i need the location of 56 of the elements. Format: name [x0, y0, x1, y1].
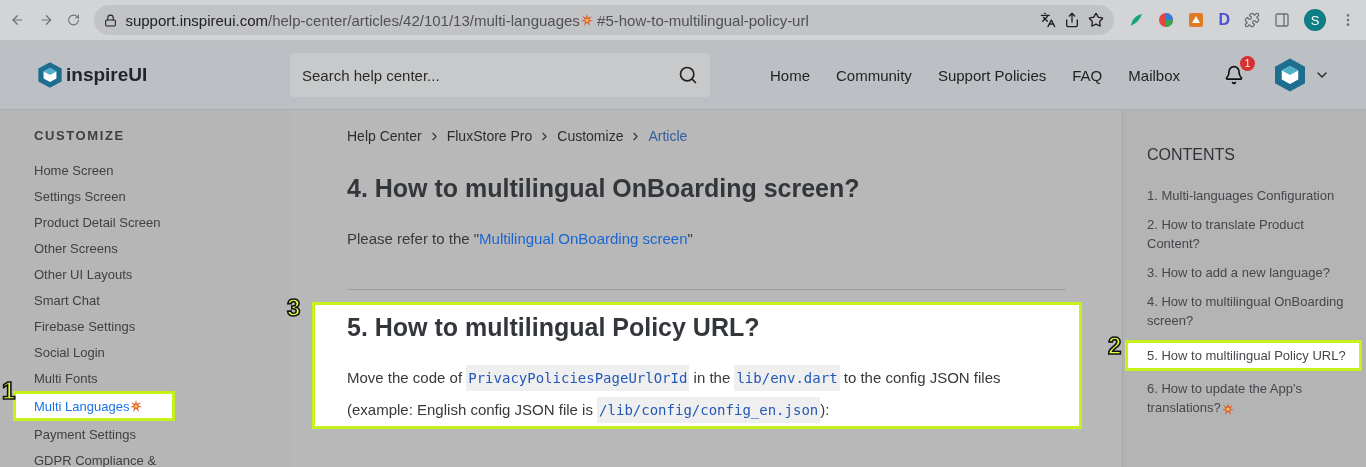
section-paragraph: Please refer to the "Multilingual OnBoarding screen" [347, 229, 694, 249]
cube-avatar-icon [1272, 57, 1308, 93]
contents-link[interactable]: 1. Multi-languages Configuration [1125, 186, 1366, 205]
profile-avatar[interactable]: S [1304, 9, 1326, 31]
notification-badge: 1 [1240, 56, 1255, 71]
nav-link[interactable]: Support Policies [937, 66, 1047, 84]
logo-text[interactable]: inspireUI [66, 64, 148, 86]
contents-link[interactable]: 5. How to multilingual Policy URL? [1125, 340, 1362, 371]
url-text: support.inspireui.com/help-center/articles/42/101/13/multi-languages #5-how-to-multilingual-policy-url [125, 11, 810, 29]
address-bar[interactable]: support.inspireui.com/help-center/articles/42/101/13/multi-languages #5-how-to-multilingual-policy-url [94, 5, 1115, 35]
contents-link[interactable]: 4. How to multilingual OnBoarding screen? [1125, 292, 1366, 330]
nav-link[interactable]: Community [836, 66, 912, 84]
contents-link[interactable]: 3. How to add a new language? [1125, 263, 1366, 282]
lock-icon [104, 13, 118, 27]
cube-logo-icon [36, 61, 64, 89]
search-field[interactable]: Search help center... [290, 53, 710, 97]
leaf-icon[interactable] [1128, 12, 1145, 28]
sidebar-item[interactable]: Product Detail Screen [16, 209, 290, 235]
star-icon[interactable] [1088, 12, 1105, 28]
sidebar-item[interactable]: Home Screen [16, 157, 290, 183]
sidebar-item[interactable]: Other UI Layouts [16, 261, 290, 287]
section-paragraph: Move the code of PrivacyPoliciesPageUrlOrId in the lib/env.dart to the config JSON files (example: English config JSON file is /lib/config/config_en.json): [347, 362, 1069, 426]
breadcrumb-link[interactable]: Help Center [347, 128, 422, 144]
extension-letter[interactable]: D [1218, 11, 1230, 29]
contents-link[interactable]: 6. How to update the App's translations? [1125, 379, 1366, 417]
sidebar-item[interactable]: Social Login [16, 339, 290, 365]
callout-number: 3 [287, 296, 301, 320]
sidebar-item[interactable]: Payment Settings [16, 421, 290, 447]
sidebar-item[interactable]: Multi Fonts [16, 365, 290, 391]
section-heading: 5. How to multilingual Policy URL? [347, 313, 761, 342]
sidebar-item[interactable]: GDPR Compliance & [16, 447, 290, 467]
breadcrumb-link[interactable]: FluxStore Pro [446, 128, 533, 144]
share-icon[interactable] [1064, 12, 1081, 28]
sidebar-item[interactable]: Other Screens [16, 235, 290, 261]
burst-icon [580, 14, 593, 26]
bell-icon[interactable] [1224, 65, 1244, 85]
nav-link[interactable]: Home [770, 66, 810, 84]
reload-icon[interactable] [67, 12, 81, 28]
breadcrumb-link[interactable]: Customize [557, 128, 624, 144]
side-panel-icon[interactable] [1274, 12, 1290, 28]
triangle-tile-icon[interactable] [1188, 12, 1205, 28]
nav-link[interactable]: FAQ [1072, 66, 1103, 84]
callout-number: 1 [2, 379, 16, 403]
translate-icon[interactable] [1040, 12, 1057, 28]
color-wheel-icon[interactable] [1158, 12, 1175, 28]
inline-link[interactable]: Multilingual OnBoarding screen [479, 230, 688, 247]
contents-link[interactable]: 2. How to translate Product Content? [1125, 215, 1366, 253]
section-heading: 4. How to multilingual OnBoarding screen? [347, 174, 861, 203]
search-icon[interactable] [678, 65, 698, 85]
sidebar-item[interactable]: Settings Screen [16, 183, 290, 209]
extensions-icon[interactable] [1244, 12, 1260, 28]
contents-heading: CONTENTS [1147, 146, 1236, 164]
breadcrumb-link[interactable]: Article [648, 128, 688, 144]
sidebar-heading: CUSTOMIZE [34, 128, 126, 143]
nav-link[interactable]: Mailbox [1128, 66, 1180, 84]
callout-number: 2 [1108, 334, 1122, 358]
